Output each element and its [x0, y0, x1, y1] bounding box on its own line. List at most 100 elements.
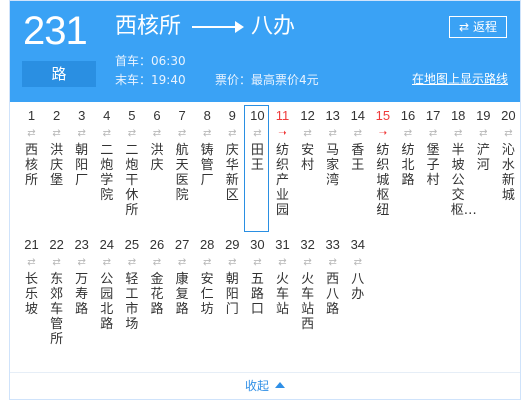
- stop-number: 5: [128, 108, 136, 123]
- bidirectional-arrows-icon: ⇄: [353, 128, 362, 139]
- stop-22[interactable]: 22 ⇄ 东郊车管所: [44, 237, 69, 347]
- bidirectional-arrows-icon: ⇄: [102, 128, 111, 139]
- bus-route-card: 231 路 西核所 八办 首车：06:30 末车：19:40 票价：最高票价4元…: [9, 0, 521, 400]
- stop-name: 安村: [301, 143, 315, 173]
- bidirectional-arrows-icon: ⇄: [253, 257, 262, 268]
- stop-name: 安仁坊: [200, 272, 214, 317]
- stop-8[interactable]: 8 ⇄ 铸管厂: [195, 108, 220, 188]
- bidirectional-arrows-icon: ⇄: [52, 128, 61, 139]
- bidirectional-arrows-icon: ⇄: [127, 128, 137, 139]
- stop-20[interactable]: 20 ⇄ 沁水新城: [496, 108, 521, 203]
- stop-name: 轻工市场: [125, 272, 139, 332]
- stop-number: 34: [350, 237, 366, 252]
- stop-number: 10: [250, 108, 265, 123]
- stop-name: 长乐坡: [24, 272, 38, 317]
- direction-arrow-icon: [192, 21, 245, 33]
- stop-number: 28: [199, 237, 215, 252]
- stop-number: 2: [52, 108, 61, 123]
- stop-name: 半坡公交枢…: [450, 143, 477, 218]
- bidirectional-arrows-icon: ⇄: [328, 128, 337, 139]
- stop-name: 金花路: [150, 272, 164, 317]
- bidirectional-arrows-icon: ⇄: [77, 257, 86, 268]
- stop-16[interactable]: 16 ⇄ 纺北路: [396, 108, 421, 188]
- stop-3[interactable]: 3 ⇄ 朝阳厂: [69, 108, 94, 188]
- stop-29[interactable]: 29 ⇄ 朝阳门: [220, 237, 245, 317]
- stop-name: 纺织产业园: [275, 143, 289, 218]
- bidirectional-arrows-icon: ⇄: [278, 257, 287, 268]
- stop-1[interactable]: 1 ⇄ 西核所: [19, 108, 44, 188]
- stop-13[interactable]: 13 ⇄ 马家湾: [320, 108, 345, 188]
- stop-12[interactable]: 12 ⇄ 安村: [295, 108, 320, 173]
- last-bus-time: 末车：19:40: [115, 73, 186, 87]
- stop-7[interactable]: 7 ⇄ 航天医院: [170, 108, 195, 203]
- route-title: 西核所 八办: [115, 11, 295, 43]
- first-bus-time: 首车：06:30: [115, 54, 186, 68]
- bidirectional-arrows-icon: ⇄: [504, 128, 513, 139]
- stop-9[interactable]: 9 ⇄ 庆华新区: [220, 108, 245, 203]
- stop-4[interactable]: 4 ⇄ 二炮学院: [94, 108, 119, 203]
- stop-number: 24: [99, 237, 115, 252]
- stop-2[interactable]: 2 ⇄ 洪庆堡: [44, 108, 69, 188]
- fare-info: 票价：最高票价4元: [215, 73, 319, 87]
- stop-28[interactable]: 28 ⇄ 安仁坊: [195, 237, 220, 317]
- stop-15[interactable]: 15 ➝ 纺织城枢纽: [370, 108, 395, 218]
- stop-14[interactable]: 14 ⇄ 香王: [345, 108, 370, 173]
- stop-name: 火车站: [275, 272, 289, 317]
- stop-name: 田王: [250, 143, 264, 173]
- stop-34[interactable]: 34 ⇄ 八办: [345, 237, 370, 302]
- stop-31[interactable]: 31 ⇄ 火车站: [270, 237, 295, 317]
- stop-5[interactable]: 5 ⇄ 二炮干休所: [119, 108, 144, 218]
- stop-6[interactable]: 6 ⇄ 洪庆: [145, 108, 170, 173]
- stop-name: 西八路: [326, 272, 340, 317]
- stop-number: 19: [476, 108, 491, 123]
- stop-number: 23: [74, 237, 89, 252]
- stop-number: 27: [174, 237, 190, 252]
- swap-arrows-icon: ⇄: [459, 20, 470, 34]
- stop-number: 8: [203, 108, 211, 123]
- stop-name: 万寿路: [75, 272, 89, 317]
- stop-number: 7: [178, 108, 186, 123]
- bus-position-arrow-icon: ➝: [378, 128, 388, 139]
- bidirectional-arrows-icon: ⇄: [152, 128, 162, 139]
- stop-24[interactable]: 24 ⇄ 公园北路: [94, 237, 119, 332]
- stop-27[interactable]: 27 ⇄ 康复路: [170, 237, 195, 317]
- show-route-on-map-link[interactable]: 在地图上显示路线: [412, 71, 508, 87]
- stop-23[interactable]: 23 ⇄ 万寿路: [69, 237, 94, 317]
- stop-number: 26: [149, 237, 165, 252]
- stop-33[interactable]: 33 ⇄ 西八路: [320, 237, 345, 317]
- stop-number: 25: [124, 237, 140, 252]
- stop-26[interactable]: 26 ⇄ 金花路: [145, 237, 170, 317]
- origin-stop: 西核所: [115, 14, 182, 39]
- bidirectional-arrows-icon: ⇄: [177, 257, 187, 268]
- stop-number: 18: [450, 108, 466, 123]
- return-trip-button[interactable]: ⇄ 返程: [449, 16, 507, 38]
- stop-name: 二炮干休所: [125, 143, 139, 218]
- stops-list: 1 ⇄ 西核所 2 ⇄ 洪庆堡 3 ⇄ 朝阳厂 4 ⇄ 二炮学院 5 ⇄ 二炮干休所 6 ⇄ 洪庆 7 ⇄ 航天医院 8 ⇄…: [10, 102, 520, 372]
- bidirectional-arrows-icon: ⇄: [428, 128, 438, 139]
- collapse-label: 收起: [244, 379, 269, 393]
- stop-name: 堡子村: [426, 143, 440, 188]
- bidirectional-arrows-icon: ⇄: [177, 128, 187, 139]
- stop-25[interactable]: 25 ⇄ 轻工市场: [119, 237, 144, 332]
- stop-number: 30: [250, 237, 265, 252]
- stop-21[interactable]: 21 ⇄ 长乐坡: [19, 237, 44, 317]
- stop-name: 洪庆堡: [50, 143, 64, 188]
- route-unit-label: 路: [22, 61, 96, 87]
- stop-32[interactable]: 32 ⇄ 火车站西: [295, 237, 320, 332]
- collapse-toggle[interactable]: 收起: [10, 372, 520, 400]
- stop-number: 29: [225, 237, 240, 252]
- stop-11[interactable]: 11 ➝ 纺织产业园: [270, 108, 295, 218]
- bidirectional-arrows-icon: ⇄: [403, 128, 413, 139]
- stop-19[interactable]: 19 ⇄ 浐河: [471, 108, 496, 173]
- stop-number: 14: [350, 108, 366, 123]
- stop-name: 康复路: [175, 272, 189, 317]
- stop-10[interactable]: 10 ⇄ 田王: [245, 108, 270, 173]
- stop-30[interactable]: 30 ⇄ 五路口: [245, 237, 270, 317]
- stop-name: 纺织城枢纽: [376, 143, 390, 218]
- stop-18[interactable]: 18 ⇄ 半坡公交枢…: [446, 108, 477, 218]
- bidirectional-arrows-icon: ⇄: [127, 257, 137, 268]
- stop-number: 12: [300, 108, 315, 123]
- route-header: 231 路 西核所 八办 首车：06:30 末车：19:40 票价：最高票价4元…: [10, 1, 520, 102]
- stop-number: 6: [153, 108, 161, 123]
- stop-17[interactable]: 17 ⇄ 堡子村: [421, 108, 446, 188]
